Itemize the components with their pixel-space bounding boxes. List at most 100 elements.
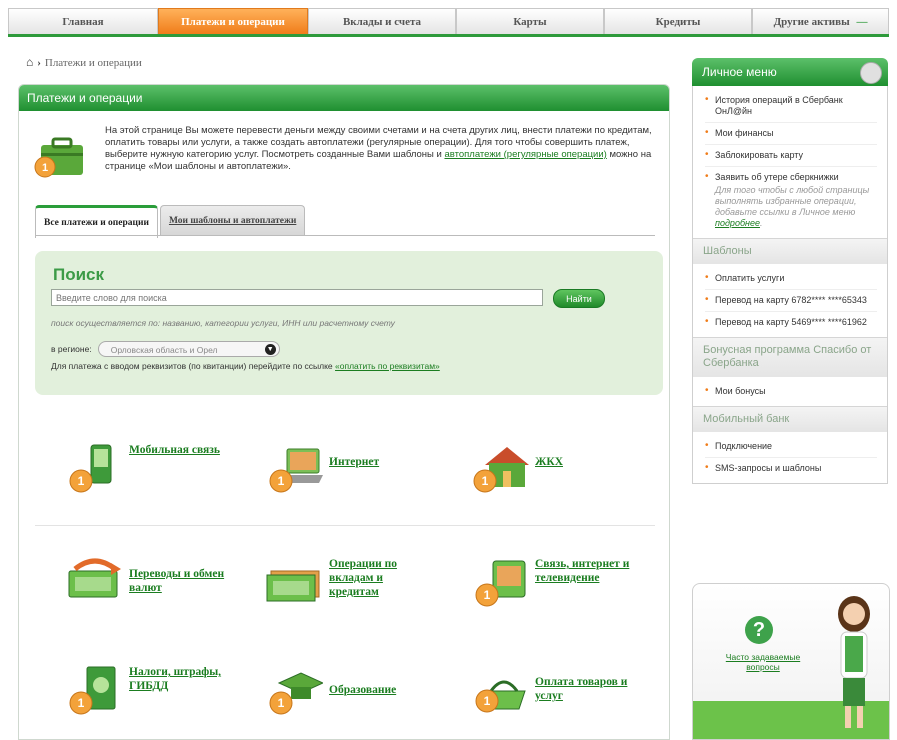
breadcrumb: ⌂ › Платежи и операции [26,55,142,70]
category-education[interactable]: 1 Образование [265,665,425,717]
category-internet[interactable]: 1 Интернет [265,443,425,495]
menu-item-history[interactable]: История операций в Сбербанк ОнЛ@йн [705,90,877,123]
templates-title: Шаблоны [693,238,887,264]
dash-icon: — [856,16,868,28]
faq-link[interactable]: Часто задаваемые вопросы [726,652,800,672]
category-label: ЖКХ [535,456,564,468]
bonus-title: Бонусная программа Спасибо от Сбербанка [693,337,887,377]
category-label: Мобильная связь [129,444,220,456]
search-box: Поиск Найти поиск осуществляется по: наз… [35,251,663,395]
category-mobile[interactable]: 1 Мобильная связь [65,443,225,495]
category-telecom[interactable]: 1 Связь, интернет и телевидение [471,557,631,609]
tab-my-templates[interactable]: Мои шаблоны и автоплатежи [159,205,306,236]
menu-note-text: Для того чтобы с любой страницы выполнят… [715,185,870,217]
panel-title: Платежи и операции [19,85,669,111]
requisites-row: Для платежа с вводом реквизитов (по квит… [51,361,440,371]
region-row: в регионе: Орловская область и Орел ▼ [51,341,280,357]
category-label: Связь, интернет и телевидение [535,558,630,584]
shopping-basket-icon: 1 [475,680,526,713]
money-transfer-icon [68,558,121,598]
category-label: Переводы и обмен валют [129,568,225,594]
category-taxes[interactable]: 1 Налоги, штрафы, ГИБДД [65,665,225,717]
bonus-item[interactable]: Мои бонусы [705,381,877,402]
chevron-down-icon: ▼ [264,344,276,355]
tab-other-assets[interactable]: Другие активы — [752,8,889,34]
tab-other-assets-label: Другие активы [773,16,850,28]
svg-text:1: 1 [278,696,285,710]
home-icon[interactable]: ⌂ [26,55,33,69]
mobile-bank-title: Мобильный банк [693,406,887,432]
breadcrumb-current: Платежи и операции [44,57,142,69]
tab-credits[interactable]: Кредиты [604,8,752,34]
intro: 1 На этой странице Вы можете перевести д… [33,125,663,178]
tab-all-payments[interactable]: Все платежи и операции [35,205,158,238]
tv-icon: 1 [475,560,526,607]
region-label: в регионе: [51,344,92,354]
template-item[interactable]: Оплатить услуги [705,268,877,290]
menu-item-finances[interactable]: Мои финансы [705,123,877,145]
category-goods[interactable]: 1 Оплата товаров и услуг [471,665,631,717]
top-navigation: Главная Платежи и операции Вклады и счет… [8,8,889,37]
mobile-bank-item[interactable]: SMS-запросы и шаблоны [705,458,877,479]
faq-box: ? Часто задаваемые вопросы [692,583,890,740]
menu-item-label: Заявить об утере сберкнижки [715,172,839,182]
menu-item-lost-passbook[interactable]: Заявить об утере сберкнижки Для того что… [705,167,877,234]
menu-item-label: Заблокировать карту [715,150,803,160]
payments-panel: Платежи и операции 1 На этой странице Вы… [18,84,670,740]
category-label: Операции по вкладам и кредитам [329,558,397,598]
banknotes-icon [266,570,320,602]
category-transfers[interactable]: Переводы и обмен валют [65,557,225,609]
divider [35,525,655,526]
svg-text:1: 1 [482,474,489,488]
breadcrumb-separator-icon: › [37,57,41,69]
category-deposits-credits[interactable]: Операции по вкладам и кредитам [265,557,425,609]
question-icon[interactable]: ? [745,616,773,644]
menu-item-label: Мои финансы [715,128,774,138]
autopayments-link[interactable]: автоплатежи (регулярные операции) [444,149,606,160]
svg-text:1: 1 [78,696,85,710]
menu-item-label: История операций в Сбербанк ОнЛ@йн [715,95,843,116]
category-label: Оплата товаров и услуг [535,676,628,702]
menu-item-block-card[interactable]: Заблокировать карту [705,145,877,167]
house-icon: 1 [473,447,529,493]
category-label: Образование [329,684,397,696]
mobile-phone-icon: 1 [69,444,112,493]
sidebar: Личное меню История операций в Сбербанк … [692,58,888,558]
mobile-bank-label: Подключение [715,441,773,451]
personal-menu: История операций в Сбербанк ОнЛ@йн Мои ф… [692,86,888,484]
template-label: Перевод на карту 5469**** ****61962 [715,317,867,327]
category-housing[interactable]: 1 ЖКХ [471,443,631,495]
more-link[interactable]: подробнее [715,218,760,228]
personal-menu-title: Личное меню [702,65,777,79]
bonus-label: Мои бонусы [715,386,766,396]
personal-menu-header: Личное меню [692,58,888,86]
settings-icon[interactable] [860,62,882,84]
region-select[interactable]: Орловская область и Орел ▼ [97,341,280,357]
tab-deposits[interactable]: Вклады и счета [308,8,456,34]
template-item[interactable]: Перевод на карту 5469**** ****61962 [705,312,877,333]
search-title: Поиск [53,265,105,284]
menu-note: Для того чтобы с любой страницы выполнят… [715,185,870,228]
faq-text: Часто задаваемые вопросы [717,652,809,672]
svg-text:1: 1 [278,474,285,488]
requisites-text: Для платежа с вводом реквизитов (по квит… [51,361,336,371]
search-input[interactable] [51,289,543,306]
tab-payments[interactable]: Платежи и операции [158,8,308,34]
tab-cards[interactable]: Карты [456,8,604,34]
pay-by-requisites-link[interactable]: «оплатить по реквизитам» [335,361,440,371]
divider [35,235,655,236]
template-item[interactable]: Перевод на карту 6782**** ****65343 [705,290,877,312]
svg-text:1: 1 [484,694,491,708]
svg-text:1: 1 [42,162,48,174]
search-button[interactable]: Найти [553,289,605,308]
tab-main[interactable]: Главная [8,8,158,34]
assistant-illustration [838,596,870,728]
graduation-cap-icon: 1 [269,672,323,715]
intro-text: На этой странице Вы можете перевести ден… [105,125,663,173]
mobile-bank-label: SMS-запросы и шаблоны [715,463,822,473]
laptop-icon: 1 [269,448,323,493]
subtabs: Все платежи и операции Мои шаблоны и авт… [35,205,307,238]
mobile-bank-item[interactable]: Подключение [705,436,877,458]
briefcase-icon: 1 [34,137,83,178]
tax-emblem-icon: 1 [69,666,116,715]
